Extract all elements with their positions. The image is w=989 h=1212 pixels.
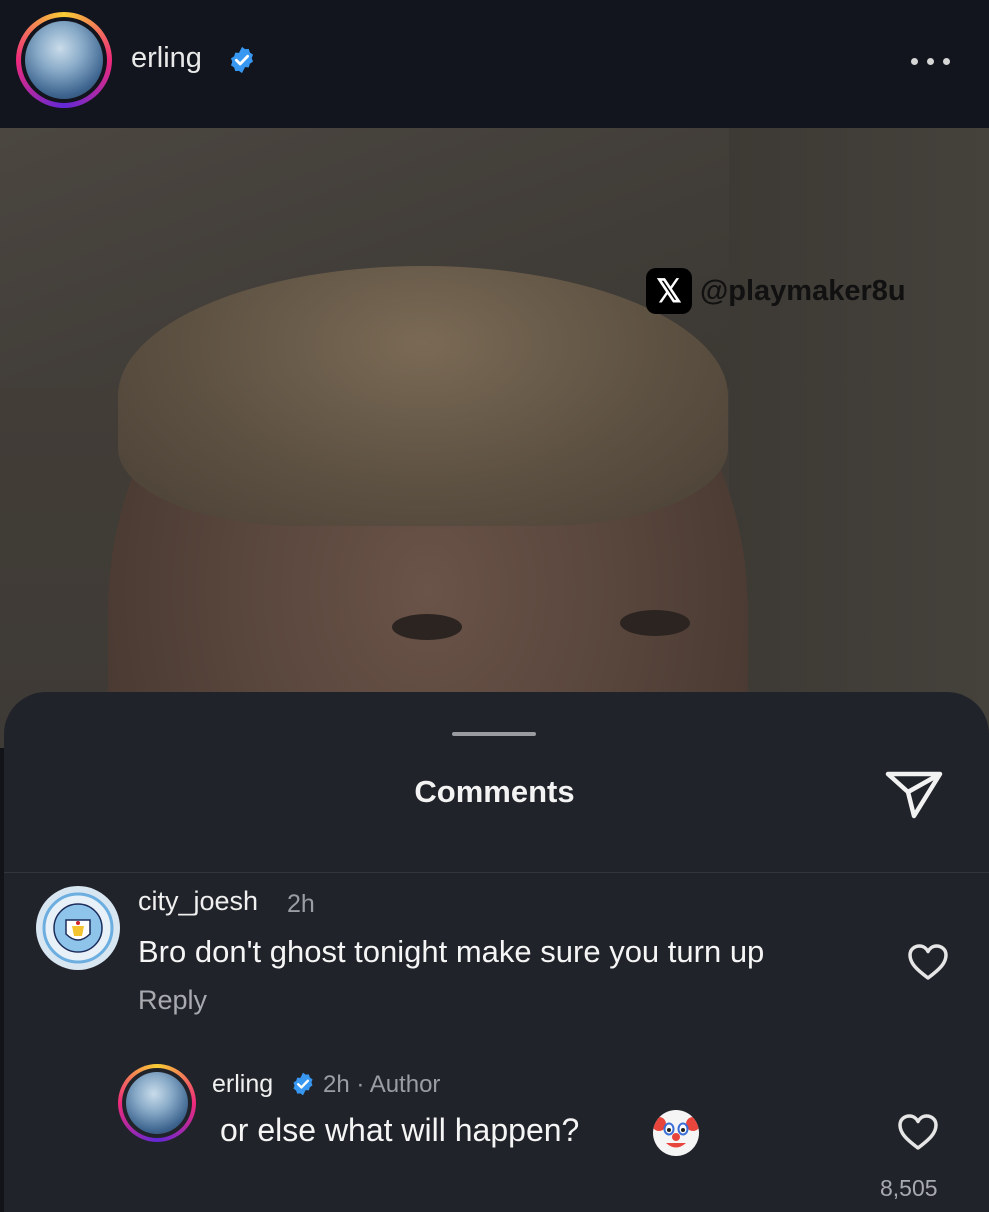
heart-icon[interactable]: [896, 1112, 940, 1152]
send-icon[interactable]: [884, 768, 944, 820]
clown-face-icon: [653, 1110, 699, 1156]
verified-badge-icon: [290, 1071, 316, 1102]
reply-text: or else what will happen?: [220, 1112, 580, 1148]
watermark: 𝕏 @playmaker8u: [646, 268, 906, 314]
post-header: erling: [0, 0, 989, 128]
post-photo: 𝕏 @playmaker8u: [0, 128, 989, 748]
comment-username[interactable]: city_joesh: [138, 886, 258, 917]
comments-title: Comments: [414, 774, 575, 809]
manchester-city-badge-icon[interactable]: [36, 886, 120, 970]
profile-avatar[interactable]: [16, 12, 112, 108]
sheet-divider: [4, 872, 989, 873]
reply-button[interactable]: Reply: [138, 985, 207, 1016]
comment-timestamp: 2h: [287, 890, 315, 918]
watermark-handle: @playmaker8u: [700, 274, 906, 307]
more-horizontal-icon[interactable]: [907, 50, 955, 70]
verified-badge-icon: [227, 45, 257, 80]
reply-avatar[interactable]: [118, 1064, 196, 1142]
header-username[interactable]: erling: [131, 42, 202, 75]
reply-username[interactable]: erling: [212, 1070, 273, 1099]
reply-meta: 2h · Author: [323, 1071, 441, 1098]
x-logo-icon: 𝕏: [646, 268, 692, 314]
heart-icon[interactable]: [906, 942, 950, 982]
like-count: 8,505: [880, 1175, 938, 1201]
comment-text: Bro don't ghost tonight make sure you tu…: [138, 934, 765, 969]
sheet-drag-handle[interactable]: [452, 732, 536, 736]
